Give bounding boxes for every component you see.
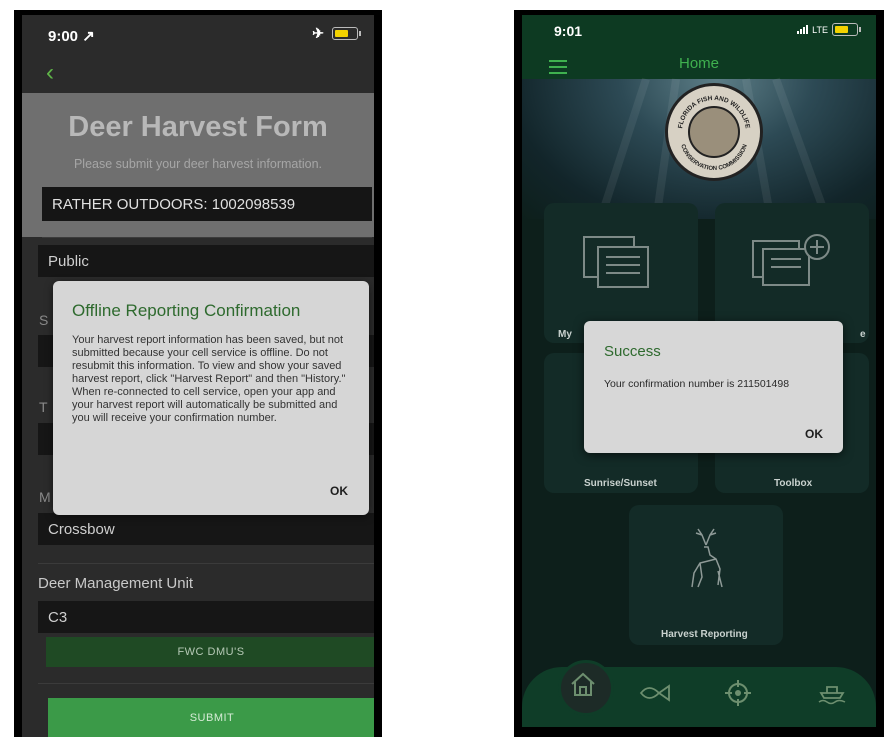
- seal-emblem: [688, 106, 740, 158]
- status-time: 9:01: [554, 23, 583, 39]
- back-chevron-icon[interactable]: ‹: [46, 59, 54, 87]
- sunrise-sunset-label: Sunrise/Sunset: [584, 478, 657, 489]
- dmu-field[interactable]: C3: [38, 601, 374, 633]
- divider: [38, 683, 374, 684]
- weapon-field[interactable]: Crossbow: [38, 513, 374, 545]
- fishing-nav-button[interactable]: [639, 683, 671, 708]
- battery-icon: [832, 23, 861, 36]
- status-bar: 9:00 ↗ ✈: [22, 15, 374, 53]
- page-title: Deer Harvest Form: [68, 111, 328, 143]
- dialog-title: Offline Reporting Confirmation: [72, 301, 301, 320]
- partial-label-t: T: [39, 399, 48, 415]
- boating-nav-button[interactable]: [817, 681, 847, 710]
- left-phone-frame: 9:00 ↗ ✈ ‹ Deer Harvest Form Please subm…: [14, 10, 382, 737]
- dialog-title: Success: [604, 343, 661, 360]
- signal-icon: [797, 25, 809, 34]
- offline-confirmation-dialog: Offline Reporting Confirmation Your harv…: [53, 281, 369, 515]
- deer-harvest-form-screen: 9:00 ↗ ✈ ‹ Deer Harvest Form Please subm…: [22, 15, 374, 737]
- airplane-icon: ✈: [312, 25, 324, 41]
- success-dialog: Success Your confirmation number is 2115…: [584, 321, 843, 453]
- divider: [38, 563, 374, 564]
- toolbox-label: Toolbox: [774, 478, 813, 489]
- right-phone-frame: 9:01 LTE Home FLORIDA FISH AND WILDLIFE: [514, 10, 884, 737]
- submit-button[interactable]: SUBMIT: [48, 698, 374, 737]
- confirmation-message: Your confirmation number is 211501498: [604, 378, 790, 390]
- license-tile-label: e: [860, 329, 866, 340]
- home-screen: 9:01 LTE Home FLORIDA FISH AND WILDLIFE: [522, 15, 876, 727]
- target-icon: [725, 680, 751, 706]
- status-indicators: LTE: [797, 23, 861, 36]
- partial-label-s: S: [39, 312, 49, 328]
- home-icon: [571, 672, 595, 696]
- harvest-reporting-tile[interactable]: [629, 505, 783, 645]
- network-type: LTE: [812, 24, 828, 35]
- customer-id-field[interactable]: RATHER OUTDOORS: 1002098539: [42, 187, 372, 221]
- ok-button[interactable]: OK: [805, 427, 823, 441]
- page-subtitle: Please submit your deer harvest informat…: [73, 157, 323, 171]
- divider: [42, 237, 372, 238]
- home-button[interactable]: [558, 660, 614, 716]
- status-time: 9:00 ↗: [48, 28, 95, 45]
- dialog-message: Your harvest report information has been…: [72, 334, 346, 424]
- my-tile-label: My: [558, 329, 572, 340]
- boat-icon: [818, 686, 846, 705]
- harvest-reporting-label: Harvest Reporting: [661, 629, 748, 640]
- land-type-field[interactable]: Public: [38, 245, 374, 277]
- document-icon: [583, 236, 649, 288]
- partial-label-m: M: [39, 489, 51, 505]
- ok-button[interactable]: OK: [330, 484, 348, 498]
- battery-icon: [332, 27, 361, 40]
- hunting-nav-button[interactable]: [724, 679, 752, 712]
- add-document-icon: [752, 234, 830, 286]
- fwc-seal-logo: FLORIDA FISH AND WILDLIFE CONSERVATION C…: [665, 83, 763, 181]
- fish-icon: [639, 684, 670, 702]
- fwc-dmu-button[interactable]: FWC DMU'S: [46, 637, 374, 667]
- page-title: Home: [678, 55, 719, 72]
- dmu-label: Deer Management Unit: [38, 575, 194, 592]
- deer-icon: [691, 528, 723, 588]
